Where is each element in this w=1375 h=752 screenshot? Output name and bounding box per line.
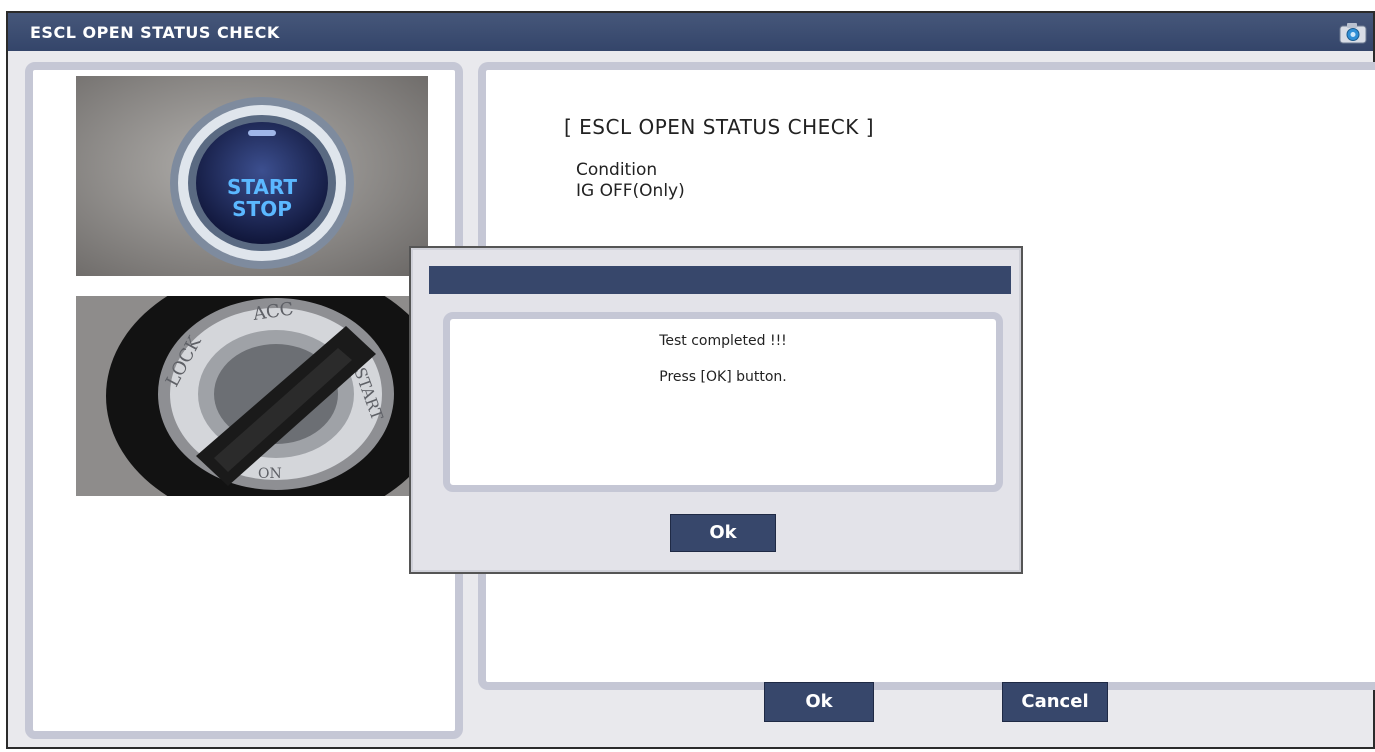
- window-title: ESCL OPEN STATUS CHECK: [30, 23, 280, 42]
- dialog-message-line1: Test completed !!!: [659, 333, 787, 349]
- cancel-button[interactable]: Cancel: [1002, 682, 1108, 722]
- test-completed-dialog: Test completed !!! Press [OK] button. Ok: [409, 246, 1023, 574]
- dialog-titlebar: [429, 266, 1011, 294]
- condition-value: IG OFF(Only): [576, 181, 685, 201]
- camera-icon[interactable]: [1339, 22, 1367, 44]
- svg-text:STOP: STOP: [232, 197, 292, 221]
- dialog-ok-button[interactable]: Ok: [670, 514, 776, 552]
- ignition-key-photo: LOCK ACC START ON: [76, 296, 428, 496]
- start-stop-button-photo: START STOP: [76, 76, 428, 276]
- svg-text:START: START: [227, 175, 297, 199]
- ok-button[interactable]: Ok: [764, 682, 874, 722]
- dialog-message-area: Test completed !!! Press [OK] button.: [443, 312, 1003, 492]
- svg-text:ON: ON: [258, 466, 282, 482]
- dialog-message-line2: Press [OK] button.: [659, 369, 787, 385]
- panel-heading: [ ESCL OPEN STATUS CHECK ]: [564, 115, 874, 139]
- window-titlebar: ESCL OPEN STATUS CHECK: [8, 13, 1373, 51]
- condition-label: Condition: [576, 160, 658, 180]
